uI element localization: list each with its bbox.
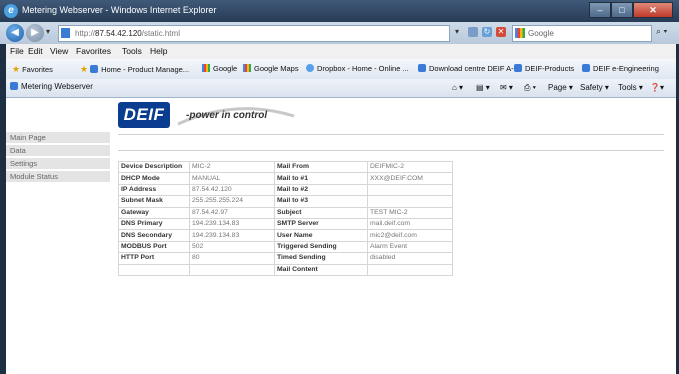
- url-path: /static.html: [141, 29, 180, 38]
- status-table: Device Description MIC-2 Mail From DEIFMIC-…: [118, 160, 453, 276]
- google-icon: [515, 28, 525, 38]
- menu-file[interactable]: File: [10, 46, 24, 56]
- tab-bar: Metering Webserver ⌂ ▾ ▤ ▾ ✉ ▾ ⎙ ▾ Page …: [6, 79, 676, 98]
- url-input[interactable]: http://87.54.42.120/static.html: [58, 25, 450, 42]
- title-bar: e Metering Webserver - Windows Internet …: [0, 0, 679, 22]
- refresh-icon[interactable]: ↻: [482, 27, 492, 37]
- close-button[interactable]: ✕: [633, 2, 673, 18]
- url-host: 87.54.42.120: [95, 29, 142, 38]
- window-title: Metering Webserver - Windows Internet Ex…: [22, 5, 217, 15]
- address-bar: ◀ ▶ ▾ http://87.54.42.120/static.html ▾ …: [0, 22, 679, 44]
- safety-menu[interactable]: Safety ▾: [580, 83, 609, 92]
- feeds-icon[interactable]: ▤ ▾: [476, 83, 490, 92]
- window-controls: – □ ✕: [589, 2, 673, 18]
- favorite-link-home[interactable]: ★ Home - Product Manage...: [80, 64, 189, 75]
- favorite-link-download-centre[interactable]: Download centre DEIF A-S: [418, 64, 519, 73]
- ie-page-icon: [418, 64, 426, 72]
- sidebar-item-main-page[interactable]: Main Page: [6, 132, 110, 143]
- print-icon[interactable]: ⎙ ▾: [524, 83, 536, 93]
- favorite-link-google[interactable]: Google: [202, 64, 237, 73]
- table-row: DNS Primary 194.239.134.83 SMTP Server mail…: [118, 217, 453, 231]
- favorite-link-deif-e-engineering[interactable]: DEIF e-Engineering: [582, 64, 659, 73]
- star-icon: ★: [12, 64, 21, 74]
- favorites-bar: ★ Favorites ★ Home - Product Manage... Goo…: [6, 59, 676, 80]
- favorites-button[interactable]: ★ Favorites: [12, 64, 53, 75]
- forward-button[interactable]: ▶: [26, 24, 44, 42]
- favorite-link-deif-products[interactable]: DEIF-Products: [514, 64, 574, 73]
- header-divider-lower: [118, 150, 664, 151]
- help-icon[interactable]: ❓▾: [650, 83, 664, 92]
- header-divider: [118, 134, 664, 135]
- table-row: DHCP Mode MANUAL Mail to #1 XXX@DEIF.COM: [118, 172, 453, 185]
- favorite-link-google-maps[interactable]: Google Maps: [243, 64, 299, 73]
- add-favorite-icon: ★: [80, 64, 89, 74]
- tab-metering-webserver[interactable]: Metering Webserver: [10, 82, 93, 91]
- tagline: -power in control: [186, 110, 268, 121]
- url-dropdown-icon[interactable]: ▾: [452, 27, 462, 37]
- menu-view[interactable]: View: [50, 46, 68, 56]
- sidebar: Main Page Data Settings Module Status: [6, 132, 110, 184]
- search-icon[interactable]: ⌕ ▾: [656, 26, 667, 37]
- minimize-button[interactable]: –: [589, 2, 611, 18]
- url-prefix: http://: [75, 29, 96, 38]
- menu-help[interactable]: Help: [150, 46, 167, 56]
- favorite-link-dropbox[interactable]: Dropbox - Home - Online ...: [306, 64, 409, 73]
- stop-icon[interactable]: ✕: [496, 27, 506, 37]
- sidebar-item-module-status[interactable]: Module Status: [6, 171, 110, 182]
- google-icon: [202, 64, 210, 72]
- mail-icon[interactable]: ✉ ▾: [500, 83, 513, 92]
- ie-page-icon: [514, 64, 522, 72]
- table-row: Mail Content: [118, 263, 453, 276]
- table-row: MODBUS Port 502 Triggered Sending Alarm Eve…: [118, 240, 453, 254]
- dropbox-icon: [306, 64, 314, 72]
- history-dropdown-icon[interactable]: ▾: [46, 27, 50, 36]
- ie-page-icon: [90, 65, 99, 73]
- table-row: HTTP Port 80 Timed Sending disabled: [118, 252, 453, 265]
- deif-logo: DEIF: [118, 102, 170, 128]
- menu-edit[interactable]: Edit: [28, 46, 43, 56]
- table-row: IP Address 87.54.42.120 Mail to #2: [118, 183, 453, 197]
- google-icon: [243, 64, 251, 72]
- menu-tools[interactable]: Tools: [122, 46, 142, 56]
- menu-favorites[interactable]: Favorites: [76, 46, 111, 56]
- page-icon: [61, 28, 70, 38]
- page-menu[interactable]: Page ▾: [548, 83, 573, 92]
- home-icon[interactable]: ⌂ ▾: [452, 83, 463, 92]
- ie-app-icon: e: [4, 4, 18, 18]
- maximize-button[interactable]: □: [611, 2, 633, 18]
- ie-page-icon: [582, 64, 590, 72]
- sidebar-item-data[interactable]: Data: [6, 145, 110, 156]
- back-button[interactable]: ◀: [6, 24, 24, 42]
- search-input[interactable]: Google: [512, 25, 652, 42]
- tools-menu[interactable]: Tools ▾: [618, 83, 643, 92]
- table-row: Gateway 87.54.42.97 Subject TEST MIC-2: [118, 206, 453, 219]
- search-placeholder: Google: [528, 29, 554, 38]
- sidebar-item-settings[interactable]: Settings: [6, 158, 110, 169]
- table-row: DNS Secondary 194.239.134.83 User Name mic2…: [118, 229, 453, 242]
- tab-page-icon: [10, 82, 18, 90]
- menu-bar: File Edit View Favorites Tools Help: [6, 44, 676, 59]
- compatibility-icon[interactable]: [468, 27, 478, 37]
- table-row: Subnet Mask 255.255.255.224 Mail to #3: [118, 195, 453, 208]
- page-content: DEIF -power in control Main Page Data Se…: [6, 98, 676, 374]
- table-row: Device Description MIC-2 Mail From DEIFMIC-…: [118, 160, 453, 174]
